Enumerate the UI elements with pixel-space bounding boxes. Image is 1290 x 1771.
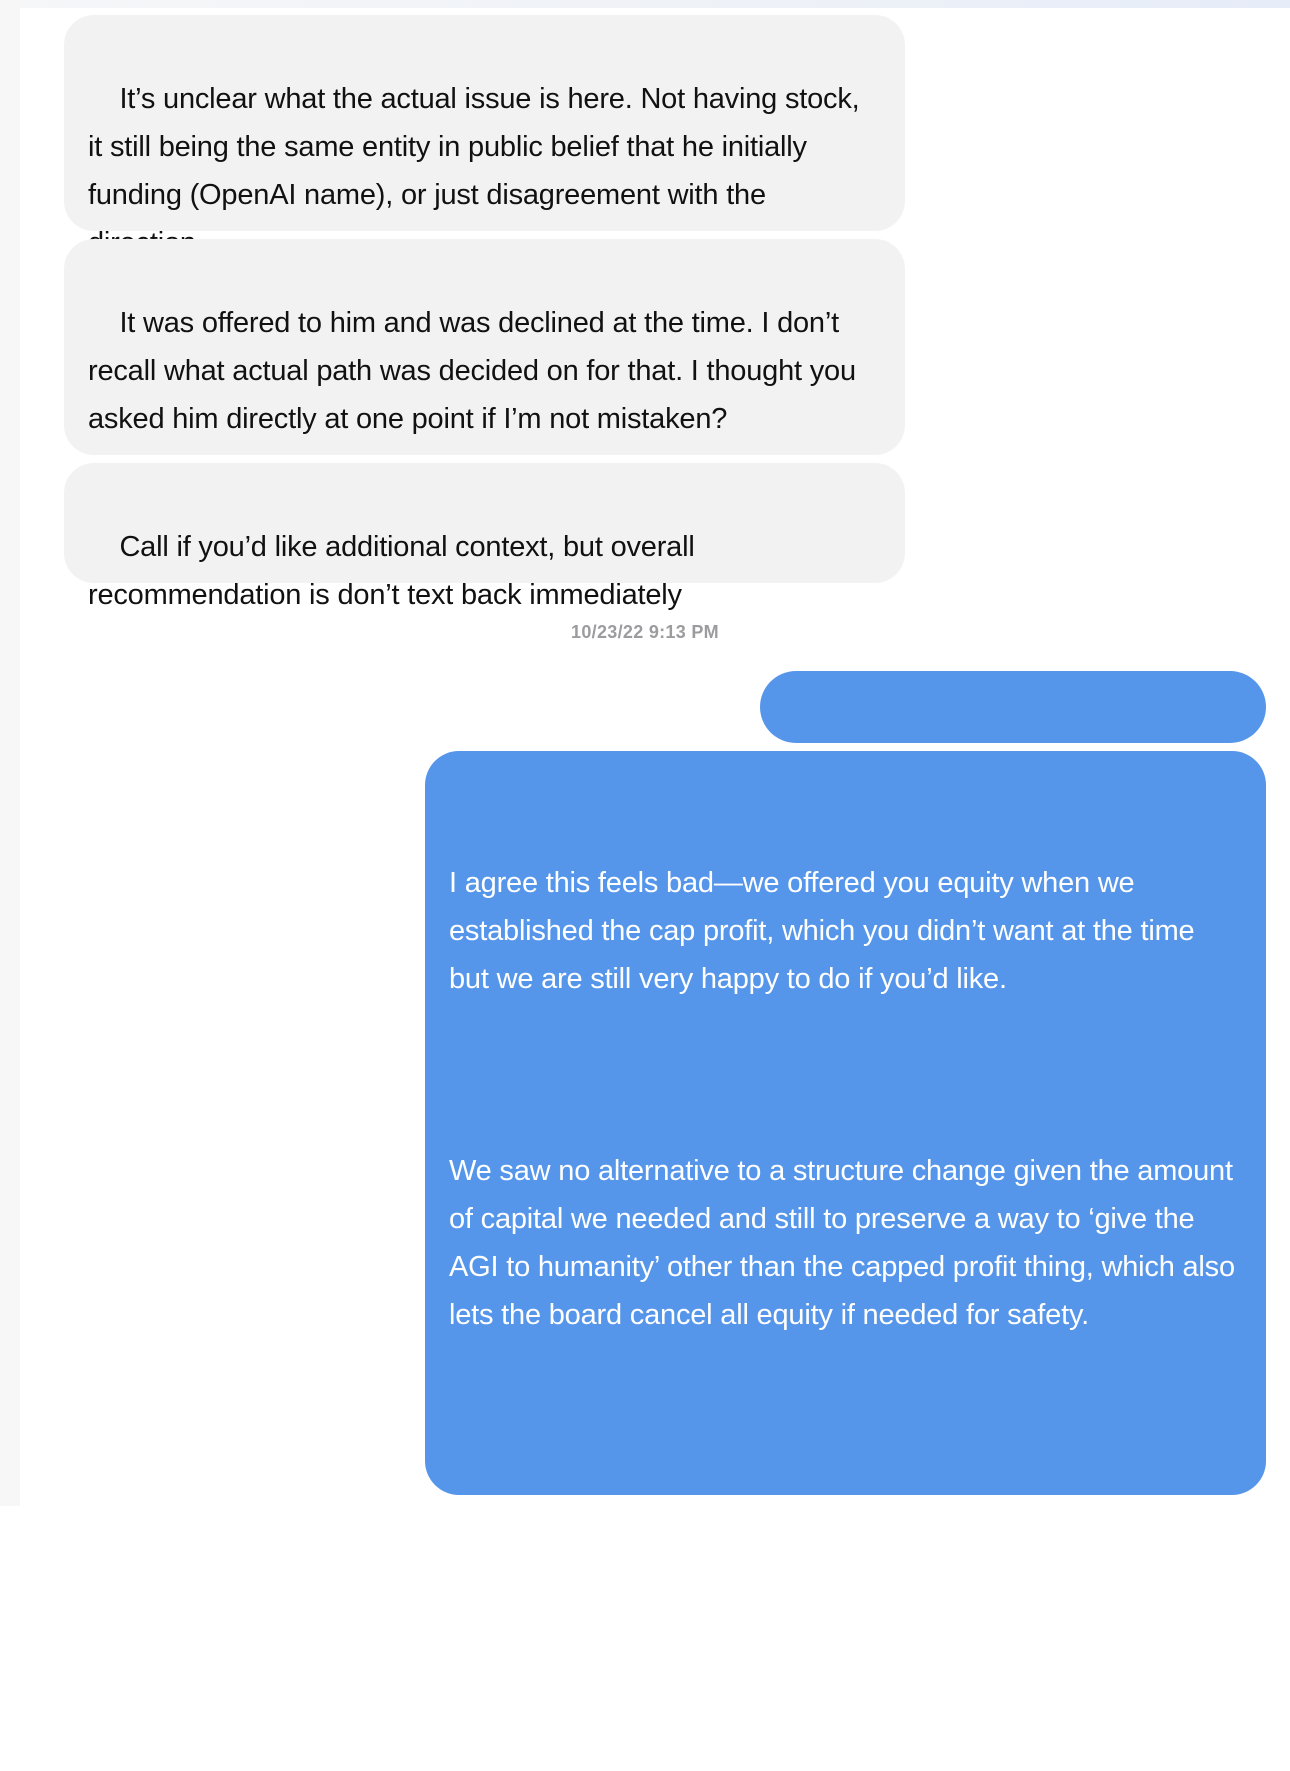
incoming-message-bubble[interactable]: Call if you’d like additional context, b… — [64, 463, 905, 611]
message-text: Call if you’d like additional context, b… — [88, 531, 703, 611]
message-paragraph: Fwiw I personally have no equity and nev… — [449, 1491, 1241, 1667]
message-text: It was offered to him and was declined a… — [88, 307, 864, 435]
left-rail — [0, 0, 20, 1506]
outgoing-message-bubble[interactable]: I agree this feels bad—we offered you eq… — [425, 751, 1266, 1667]
incoming-message-bubble[interactable]: It was offered to him and was declined a… — [64, 239, 905, 455]
message-paragraph: We saw no alternative to a structure cha… — [449, 1155, 1243, 1331]
outgoing-message-bubble[interactable]: quick read if you have a second? — [760, 671, 1266, 771]
message-timestamp: 10/23/22 9:13 PM — [571, 622, 719, 642]
message-thread[interactable]: It’s unclear what the actual issue is he… — [20, 8, 1290, 1667]
incoming-message-bubble[interactable]: It’s unclear what the actual issue is he… — [64, 15, 905, 259]
top-strip — [0, 0, 1290, 8]
message-text: It’s unclear what the actual issue is he… — [88, 83, 860, 259]
message-paragraph: I agree this feels bad—we offered you eq… — [449, 867, 1203, 995]
